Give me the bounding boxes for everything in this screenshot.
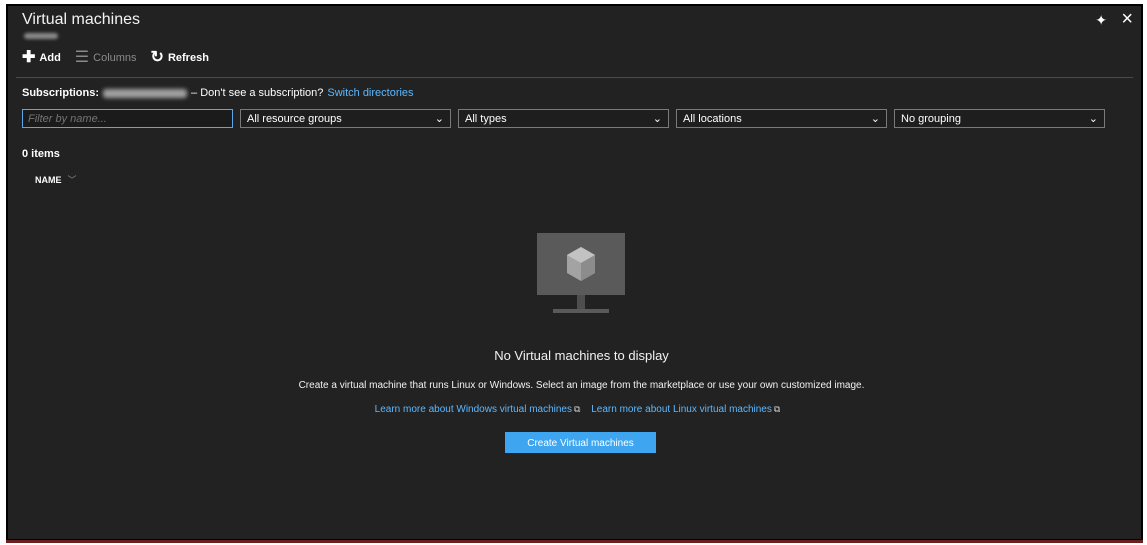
locations-select[interactable]: All locations ⌄: [676, 109, 887, 128]
sort-chevron-icon: ﹀: [67, 175, 77, 185]
column-header-name[interactable]: NAME ﹀: [35, 173, 77, 186]
toolbar-divider: [16, 77, 1133, 78]
plus-icon: ✚: [22, 49, 36, 66]
chevron-down-icon: ⌄: [434, 113, 444, 125]
external-link-icon: ⧉: [574, 404, 581, 414]
monitor-icon: [537, 233, 625, 313]
refresh-icon: ↻: [150, 49, 164, 66]
grouping-value: No grouping: [901, 112, 961, 125]
locations-value: All locations: [683, 112, 742, 125]
switch-directories-link[interactable]: Switch directories: [327, 87, 413, 99]
empty-state-title: No Virtual machines to display: [494, 348, 669, 363]
page-title: Virtual machines: [22, 11, 140, 28]
learn-more-linux-link[interactable]: Learn more about Linux virtual machines: [591, 404, 772, 415]
columns-label: Columns: [93, 52, 137, 64]
learn-more-links: Learn more about Windows virtual machine…: [8, 404, 1147, 415]
refresh-button[interactable]: ↻ Refresh: [150, 49, 209, 66]
grouping-select[interactable]: No grouping ⌄: [894, 109, 1105, 128]
learn-more-windows-link[interactable]: Learn more about Windows virtual machine…: [375, 404, 572, 415]
refresh-label: Refresh: [167, 52, 209, 64]
toolbar: ✚ Add ☰ Columns ↻ Refresh: [22, 49, 209, 66]
types-select[interactable]: All types ⌄: [458, 109, 669, 128]
create-virtual-machines-button[interactable]: Create Virtual machines: [505, 432, 656, 453]
blurred-subscription: [103, 88, 188, 98]
virtual-machines-blade: Virtual machines ✦ × ✚ Add ☰ Columns ↻ R…: [6, 4, 1143, 541]
subscriptions-prompt: – Don't see a subscription?: [191, 87, 324, 99]
empty-state-description: Create a virtual machine that runs Linux…: [298, 380, 865, 391]
resource-groups-select[interactable]: All resource groups ⌄: [240, 109, 451, 128]
subscriptions-label: Subscriptions:: [22, 87, 100, 99]
column-name-label: NAME: [35, 174, 62, 185]
pin-icon[interactable]: ✦: [1095, 12, 1107, 29]
chevron-down-icon: ⌄: [652, 113, 662, 125]
items-count: 0 items: [22, 148, 60, 160]
filter-by-name-input[interactable]: [22, 109, 233, 128]
types-value: All types: [465, 112, 507, 125]
subscriptions-bar: Subscriptions: – Don't see a subscriptio…: [22, 87, 414, 99]
chevron-down-icon: ⌄: [870, 113, 880, 125]
blurred-subtitle: [24, 33, 58, 39]
columns-icon: ☰: [74, 49, 90, 66]
add-button[interactable]: ✚ Add: [22, 49, 61, 66]
external-link-icon: ⧉: [773, 404, 781, 414]
add-label: Add: [39, 52, 61, 64]
chevron-down-icon: ⌄: [1088, 113, 1098, 125]
filters-row: All resource groups ⌄ All types ⌄ All lo…: [22, 109, 1105, 128]
resource-groups-value: All resource groups: [247, 112, 342, 125]
columns-button[interactable]: ☰ Columns: [74, 49, 137, 66]
close-icon[interactable]: ×: [1121, 8, 1133, 31]
blade-bottom-border: [6, 540, 1143, 543]
